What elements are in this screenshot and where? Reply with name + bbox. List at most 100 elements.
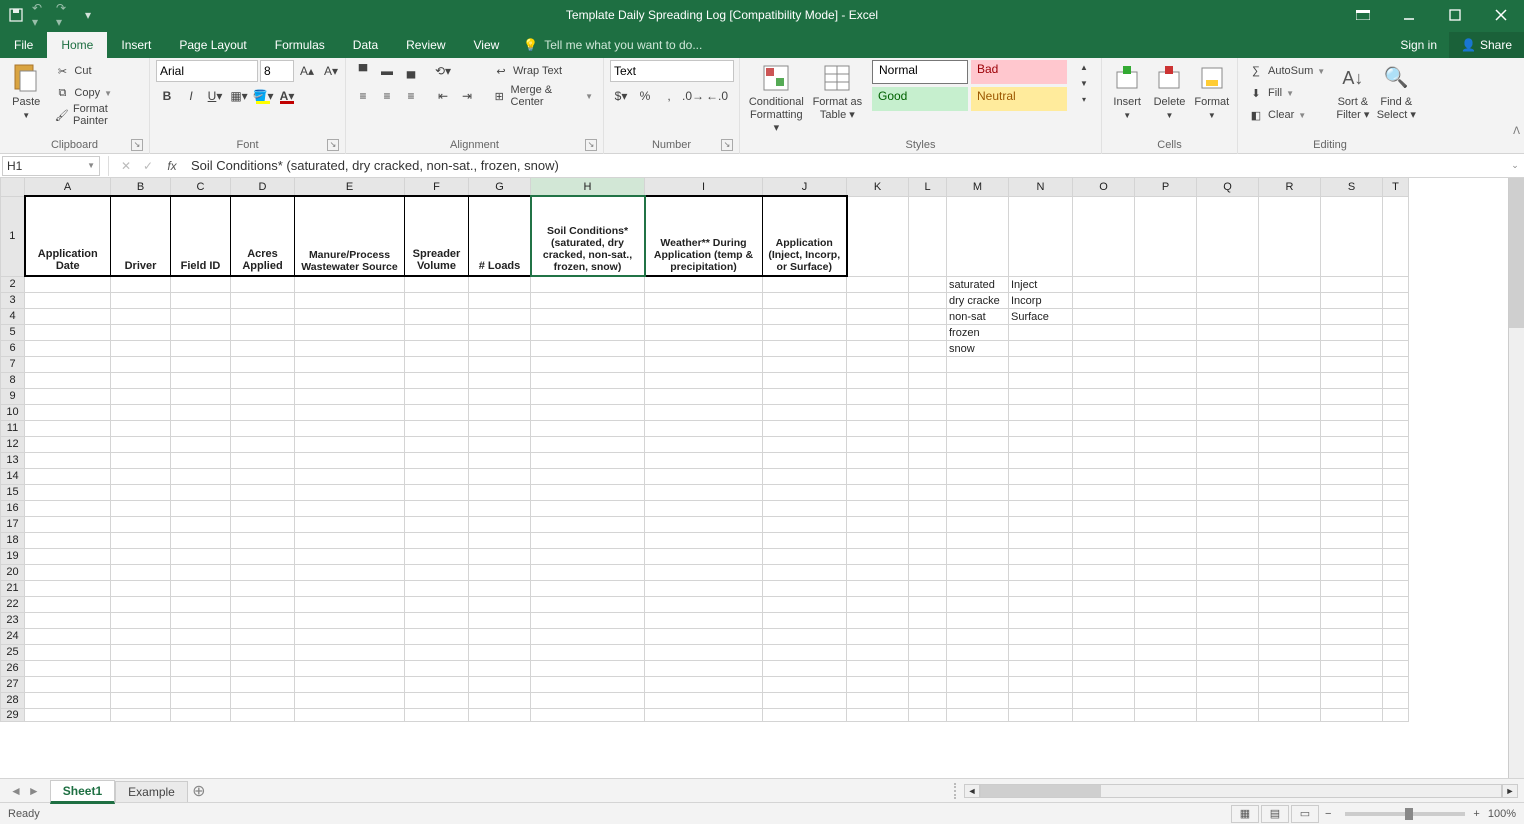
cell-Q8[interactable]	[1197, 372, 1259, 388]
cell-O5[interactable]	[1073, 324, 1135, 340]
cell-K23[interactable]	[847, 612, 909, 628]
cell-G13[interactable]	[469, 452, 531, 468]
cell-F26[interactable]	[405, 660, 469, 676]
cell-N26[interactable]	[1009, 660, 1073, 676]
cell-G19[interactable]	[469, 548, 531, 564]
tab-file[interactable]: File	[0, 32, 47, 58]
cell-K9[interactable]	[847, 388, 909, 404]
cell-K24[interactable]	[847, 628, 909, 644]
row-header-29[interactable]: 29	[1, 708, 25, 721]
cell-M1[interactable]	[947, 196, 1009, 276]
cell-G17[interactable]	[469, 516, 531, 532]
autosum-button[interactable]: ∑AutoSum ▼	[1244, 60, 1329, 82]
cell-S4[interactable]	[1321, 308, 1383, 324]
cell-B19[interactable]	[111, 548, 171, 564]
cell-K22[interactable]	[847, 596, 909, 612]
cell-A12[interactable]	[25, 436, 111, 452]
cell-E13[interactable]	[295, 452, 405, 468]
col-header-K[interactable]: K	[847, 178, 909, 196]
clear-button[interactable]: ◧Clear▼	[1244, 104, 1329, 126]
cell-P1[interactable]	[1135, 196, 1197, 276]
row-header-1[interactable]: 1	[1, 196, 25, 276]
col-header-Q[interactable]: Q	[1197, 178, 1259, 196]
cell-E18[interactable]	[295, 532, 405, 548]
cell-E6[interactable]	[295, 340, 405, 356]
cell-N16[interactable]	[1009, 500, 1073, 516]
cell-F13[interactable]	[405, 452, 469, 468]
cell-F9[interactable]	[405, 388, 469, 404]
cell-C20[interactable]	[171, 564, 231, 580]
cell-M12[interactable]	[947, 436, 1009, 452]
cell-C24[interactable]	[171, 628, 231, 644]
cell-E16[interactable]	[295, 500, 405, 516]
increase-font-button[interactable]: A▴	[296, 60, 318, 82]
cell-I16[interactable]	[645, 500, 763, 516]
cell-I5[interactable]	[645, 324, 763, 340]
cell-I9[interactable]	[645, 388, 763, 404]
cell-S23[interactable]	[1321, 612, 1383, 628]
cell-F28[interactable]	[405, 692, 469, 708]
cell-P21[interactable]	[1135, 580, 1197, 596]
cell-F27[interactable]	[405, 676, 469, 692]
row-header-4[interactable]: 4	[1, 308, 25, 324]
col-header-N[interactable]: N	[1009, 178, 1073, 196]
cell-D8[interactable]	[231, 372, 295, 388]
cell-L11[interactable]	[909, 420, 947, 436]
cell-H9[interactable]	[531, 388, 645, 404]
sign-in-button[interactable]: Sign in	[1388, 32, 1449, 58]
cell-P20[interactable]	[1135, 564, 1197, 580]
cell-K17[interactable]	[847, 516, 909, 532]
tab-data[interactable]: Data	[339, 32, 392, 58]
cell-O22[interactable]	[1073, 596, 1135, 612]
cell-E2[interactable]	[295, 276, 405, 292]
cell-R8[interactable]	[1259, 372, 1321, 388]
cell-O6[interactable]	[1073, 340, 1135, 356]
cell-A14[interactable]	[25, 468, 111, 484]
cell-T18[interactable]	[1383, 532, 1409, 548]
styles-more[interactable]: ▾	[1073, 92, 1095, 106]
cell-N12[interactable]	[1009, 436, 1073, 452]
cell-O28[interactable]	[1073, 692, 1135, 708]
cell-T15[interactable]	[1383, 484, 1409, 500]
cell-K26[interactable]	[847, 660, 909, 676]
cell-M6[interactable]: snow	[947, 340, 1009, 356]
cell-D25[interactable]	[231, 644, 295, 660]
cell-I28[interactable]	[645, 692, 763, 708]
cell-P11[interactable]	[1135, 420, 1197, 436]
cell-H27[interactable]	[531, 676, 645, 692]
cell-F23[interactable]	[405, 612, 469, 628]
cell-R14[interactable]	[1259, 468, 1321, 484]
cell-A4[interactable]	[25, 308, 111, 324]
cell-Q20[interactable]	[1197, 564, 1259, 580]
cell-G10[interactable]	[469, 404, 531, 420]
cell-B13[interactable]	[111, 452, 171, 468]
cell-F17[interactable]	[405, 516, 469, 532]
cell-K12[interactable]	[847, 436, 909, 452]
col-header-S[interactable]: S	[1321, 178, 1383, 196]
cell-H18[interactable]	[531, 532, 645, 548]
cell-M17[interactable]	[947, 516, 1009, 532]
accounting-format-button[interactable]: $▾	[610, 85, 632, 107]
cell-P22[interactable]	[1135, 596, 1197, 612]
cell-O12[interactable]	[1073, 436, 1135, 452]
cell-D7[interactable]	[231, 356, 295, 372]
cell-N17[interactable]	[1009, 516, 1073, 532]
row-header-28[interactable]: 28	[1, 692, 25, 708]
cell-M20[interactable]	[947, 564, 1009, 580]
cell-D21[interactable]	[231, 580, 295, 596]
cell-C12[interactable]	[171, 436, 231, 452]
cell-Q15[interactable]	[1197, 484, 1259, 500]
cell-M19[interactable]	[947, 548, 1009, 564]
cell-D6[interactable]	[231, 340, 295, 356]
cell-O11[interactable]	[1073, 420, 1135, 436]
cell-L10[interactable]	[909, 404, 947, 420]
cell-E3[interactable]	[295, 292, 405, 308]
cell-E15[interactable]	[295, 484, 405, 500]
cell-I13[interactable]	[645, 452, 763, 468]
cell-P19[interactable]	[1135, 548, 1197, 564]
cell-L4[interactable]	[909, 308, 947, 324]
cell-S10[interactable]	[1321, 404, 1383, 420]
cell-S11[interactable]	[1321, 420, 1383, 436]
cell-Q12[interactable]	[1197, 436, 1259, 452]
cell-B5[interactable]	[111, 324, 171, 340]
